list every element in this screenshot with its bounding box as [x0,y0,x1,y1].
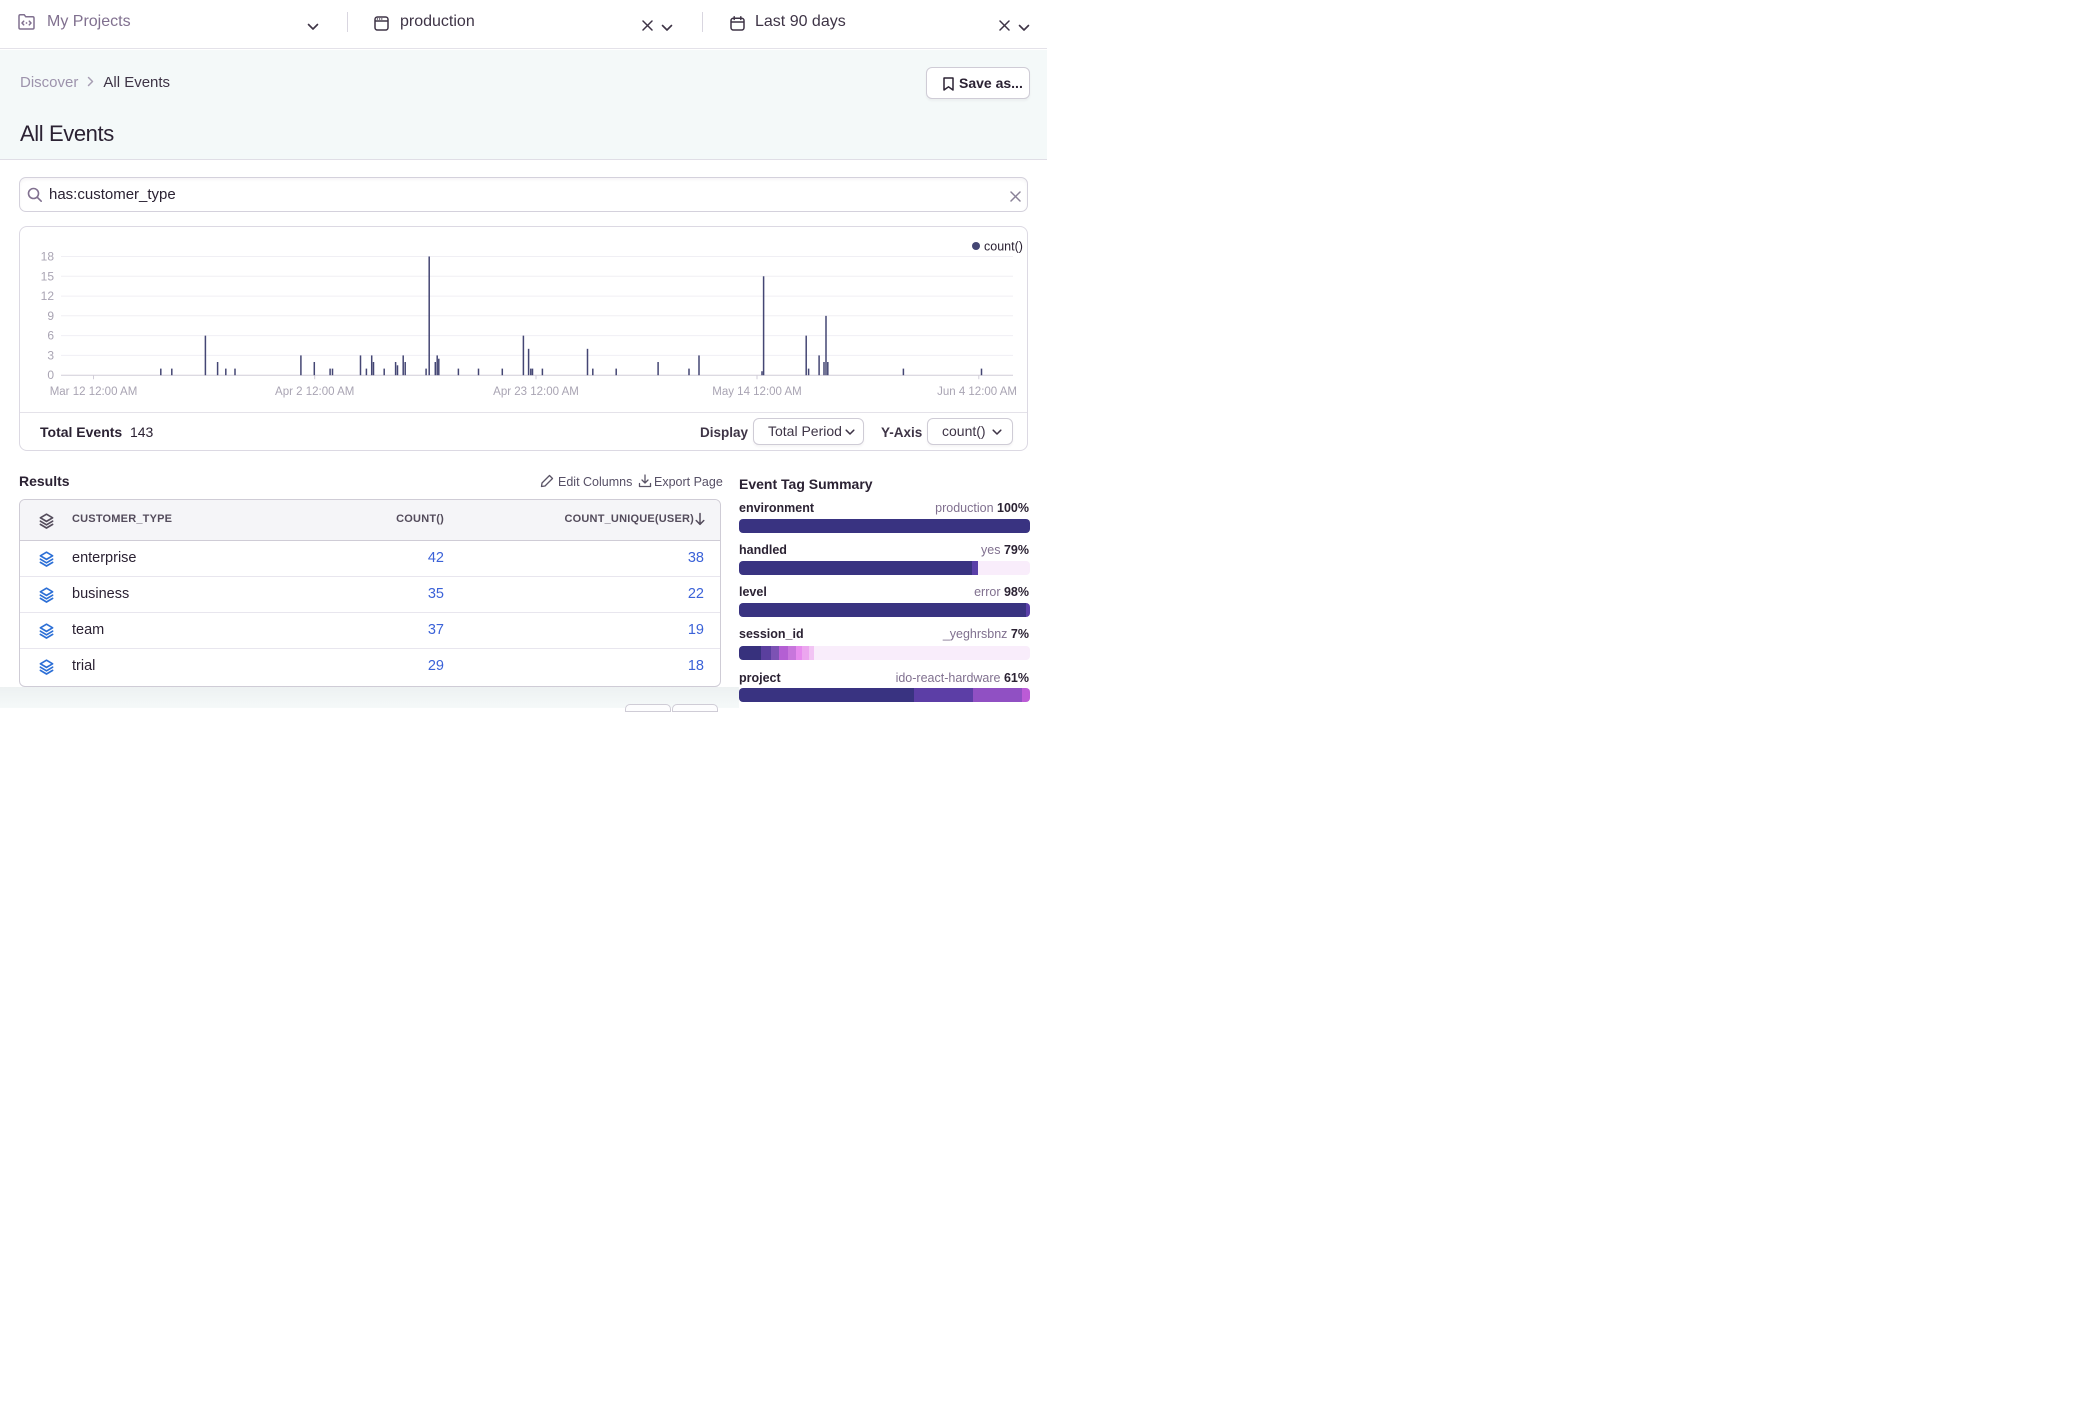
svg-text:Apr 23 12:00 AM: Apr 23 12:00 AM [493,386,579,398]
svg-text:3: 3 [47,348,54,362]
svg-text:12: 12 [41,289,55,303]
svg-text:Mar 12 12:00 AM: Mar 12 12:00 AM [50,386,138,398]
svg-text:0: 0 [47,368,54,382]
svg-text:9: 9 [47,309,54,323]
svg-text:18: 18 [41,250,55,264]
svg-text:6: 6 [47,329,54,343]
svg-text:Apr 2 12:00 AM: Apr 2 12:00 AM [275,386,354,398]
svg-text:15: 15 [41,269,55,283]
svg-text:May 14 12:00 AM: May 14 12:00 AM [712,386,802,398]
svg-text:Jun 4 12:00 AM: Jun 4 12:00 AM [937,386,1017,398]
svg-text:count(): count() [984,240,1023,254]
